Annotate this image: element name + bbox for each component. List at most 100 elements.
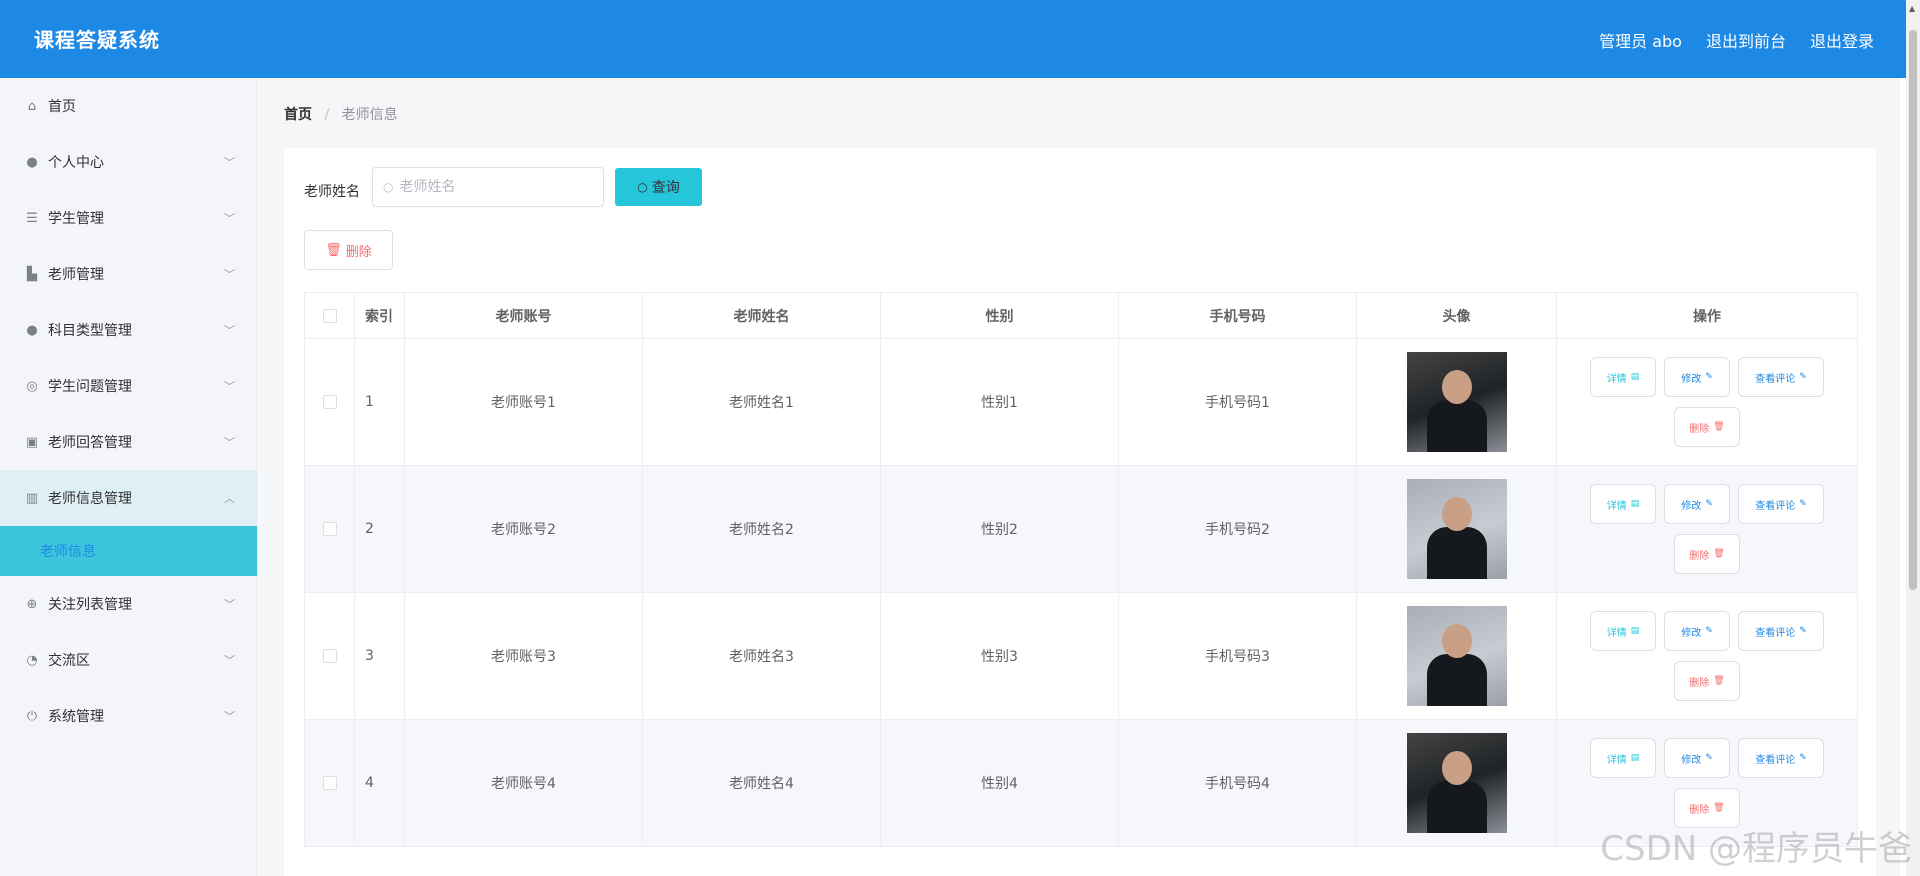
chevron-down-icon: ﹀ xyxy=(224,324,235,337)
cell-phone: 手机号码3 xyxy=(1119,593,1357,719)
avatar xyxy=(1406,352,1507,452)
row-actions: 详情 ▤ 修改 ✎ 查看评论 ✎ 删除 🗑 xyxy=(1577,738,1837,828)
scroll-up-arrow-icon[interactable]: ▲ xyxy=(1909,4,1915,13)
view-reviews-label: 查看评论 xyxy=(1755,627,1796,639)
detail-button[interactable]: 详情 ▤ xyxy=(1590,738,1656,778)
sidebar-item-teacher-answer-management[interactable]: ▣ 老师回答管理 ﹀ xyxy=(0,414,257,470)
trash-icon: 🗑 xyxy=(325,242,342,258)
top-header: 课程答疑系统 管理员 abo 退出到前台 退出登录 xyxy=(0,0,1920,78)
detail-label: 详情 xyxy=(1606,500,1627,512)
gauge-icon: ◔ xyxy=(26,652,38,668)
edit-label: 修改 xyxy=(1681,754,1702,766)
logout-link[interactable]: 退出登录 xyxy=(1810,28,1874,52)
table-header-row: 索引 老师账号 老师姓名 性别 手机号码 头像 操作 xyxy=(305,293,1858,339)
sidebar-item-personal-center[interactable]: ● 个人中心 ﹀ xyxy=(0,134,257,190)
sidebar-item-label: 交流区 xyxy=(48,653,90,669)
sidebar-item-label: 个人中心 xyxy=(48,155,104,171)
header-actions: 管理员 abo 退出到前台 退出登录 xyxy=(1599,28,1874,52)
edit-button[interactable]: 修改 ✎ xyxy=(1664,611,1730,651)
sidebar-item-home[interactable]: ⌂ 首页 xyxy=(0,78,257,134)
row-select xyxy=(305,593,355,719)
document-icon: ▤ xyxy=(1630,753,1640,763)
sidebar-item-system-management[interactable]: ⏻ 系统管理 ﹀ xyxy=(0,688,257,744)
content-panel: 老师姓名 ○ ○ 查询 🗑 删除 索引 老师账号 老师姓名 性别 手机号码 头像… xyxy=(284,148,1876,876)
delete-button[interactable]: 删除 🗑 xyxy=(1674,534,1740,574)
exit-to-front-link[interactable]: 退出到前台 xyxy=(1706,28,1786,52)
delete-label: 删除 xyxy=(1689,550,1710,562)
sidebar-item-label: 学生管理 xyxy=(48,211,104,227)
sidebar-item-forum[interactable]: ◔ 交流区 ﹀ xyxy=(0,632,257,688)
view-reviews-label: 查看评论 xyxy=(1755,373,1796,385)
admin-user-label[interactable]: 管理员 abo xyxy=(1599,28,1682,52)
chevron-down-icon: ﹀ xyxy=(224,268,235,281)
view-reviews-button[interactable]: 查看评论 ✎ xyxy=(1738,738,1824,778)
edit-button[interactable]: 修改 ✎ xyxy=(1664,738,1730,778)
view-reviews-label: 查看评论 xyxy=(1755,500,1796,512)
column-header: 索引 xyxy=(355,293,405,338)
cell-gender: 性别1 xyxy=(881,339,1119,465)
page-scrollbar[interactable]: ▲ xyxy=(1906,0,1920,876)
sidebar-item-label: 首页 xyxy=(48,99,76,115)
cell-account: 老师账号4 xyxy=(405,720,643,846)
chevron-down-icon: ﹀ xyxy=(224,654,235,667)
sidebar: ⌂ 首页 ● 个人中心 ﹀ ☰ 学生管理 ﹀ ▙ 老师管理 ﹀ ● 科目类型管理… xyxy=(0,78,258,876)
sidebar-item-label: 老师管理 xyxy=(48,267,104,283)
pencil-icon: ✎ xyxy=(1799,499,1807,509)
view-reviews-button[interactable]: 查看评论 ✎ xyxy=(1738,484,1824,524)
delete-button[interactable]: 删除 🗑 xyxy=(1674,661,1740,701)
chevron-up-icon: ︿ xyxy=(224,492,235,505)
breadcrumb: 首页 / 老师信息 xyxy=(284,104,398,124)
sidebar-item-label: 老师回答管理 xyxy=(48,435,132,451)
teacher-table: 索引 老师账号 老师姓名 性别 手机号码 头像 操作 1 老师账号1 老师姓名1… xyxy=(304,292,1858,847)
avatar xyxy=(1406,606,1507,706)
view-reviews-button[interactable]: 查看评论 ✎ xyxy=(1738,611,1824,651)
row-checkbox[interactable] xyxy=(322,395,337,409)
view-reviews-button[interactable]: 查看评论 ✎ xyxy=(1738,357,1824,397)
search-box: ○ xyxy=(372,167,604,207)
cell-index: 1 xyxy=(355,339,405,465)
sidebar-item-teacher-management[interactable]: ▙ 老师管理 ﹀ xyxy=(0,246,257,302)
detail-button[interactable]: 详情 ▤ xyxy=(1590,611,1656,651)
list-icon: ☰ xyxy=(26,210,38,226)
sidebar-item-follow-list-management[interactable]: ⊕ 关注列表管理 ﹀ xyxy=(0,576,257,632)
edit-button[interactable]: 修改 ✎ xyxy=(1664,357,1730,397)
table-row: 3 老师账号3 老师姓名3 性别3 手机号码3 详情 ▤ 修改 ✎ 查看评论 ✎ 删除… xyxy=(305,593,1858,720)
pencil-icon: ✎ xyxy=(1799,626,1807,636)
teacher-name-search-input[interactable] xyxy=(399,179,590,195)
delete-button[interactable]: 删除 🗑 xyxy=(1674,407,1740,447)
cell-index: 2 xyxy=(355,466,405,592)
sidebar-item-label: 科目类型管理 xyxy=(48,323,132,339)
sidebar-item-student-management[interactable]: ☰ 学生管理 ﹀ xyxy=(0,190,257,246)
person-icon: ● xyxy=(26,322,38,338)
delete-label: 删除 xyxy=(1689,423,1710,435)
sidebar-item-teacher-info-management[interactable]: ▥ 老师信息管理 ︿ xyxy=(0,470,257,526)
select-all-checkbox[interactable] xyxy=(322,308,337,323)
cell-index: 3 xyxy=(355,593,405,719)
batch-delete-button[interactable]: 🗑 删除 xyxy=(304,230,393,270)
row-checkbox[interactable] xyxy=(322,776,337,790)
query-button[interactable]: ○ 查询 xyxy=(615,168,702,206)
breadcrumb-home[interactable]: 首页 xyxy=(284,107,312,123)
sidebar-item-subject-type-management[interactable]: ● 科目类型管理 ﹀ xyxy=(0,302,257,358)
row-select xyxy=(305,339,355,465)
sidebar-item-student-question-management[interactable]: ◎ 学生问题管理 ﹀ xyxy=(0,358,257,414)
edit-button[interactable]: 修改 ✎ xyxy=(1664,484,1730,524)
sidebar-item-label: 学生问题管理 xyxy=(48,379,132,395)
column-header: 头像 xyxy=(1357,293,1557,338)
row-checkbox[interactable] xyxy=(322,522,337,536)
detail-button[interactable]: 详情 ▤ xyxy=(1590,357,1656,397)
detail-button[interactable]: 详情 ▤ xyxy=(1590,484,1656,524)
row-checkbox[interactable] xyxy=(322,649,337,663)
row-actions: 详情 ▤ 修改 ✎ 查看评论 ✎ 删除 🗑 xyxy=(1577,611,1837,701)
scrollbar-thumb[interactable] xyxy=(1909,30,1917,590)
pencil-icon: ✎ xyxy=(1705,499,1713,509)
target-icon: ⊕ xyxy=(26,596,38,612)
cell-avatar xyxy=(1357,720,1557,846)
sidebar-subitem-teacher-info[interactable]: 老师信息 xyxy=(0,526,257,576)
cell-actions: 详情 ▤ 修改 ✎ 查看评论 ✎ 删除 🗑 xyxy=(1557,593,1858,719)
search-icon: ○ xyxy=(637,180,648,194)
watermark: CSDN @程序员牛爸 xyxy=(1600,829,1912,869)
cell-gender: 性别3 xyxy=(881,593,1119,719)
main-content: 首页 / 老师信息 老师姓名 ○ ○ 查询 🗑 删除 索引 老师账号 老师姓名 … xyxy=(259,78,1900,876)
column-header: 性别 xyxy=(881,293,1119,338)
